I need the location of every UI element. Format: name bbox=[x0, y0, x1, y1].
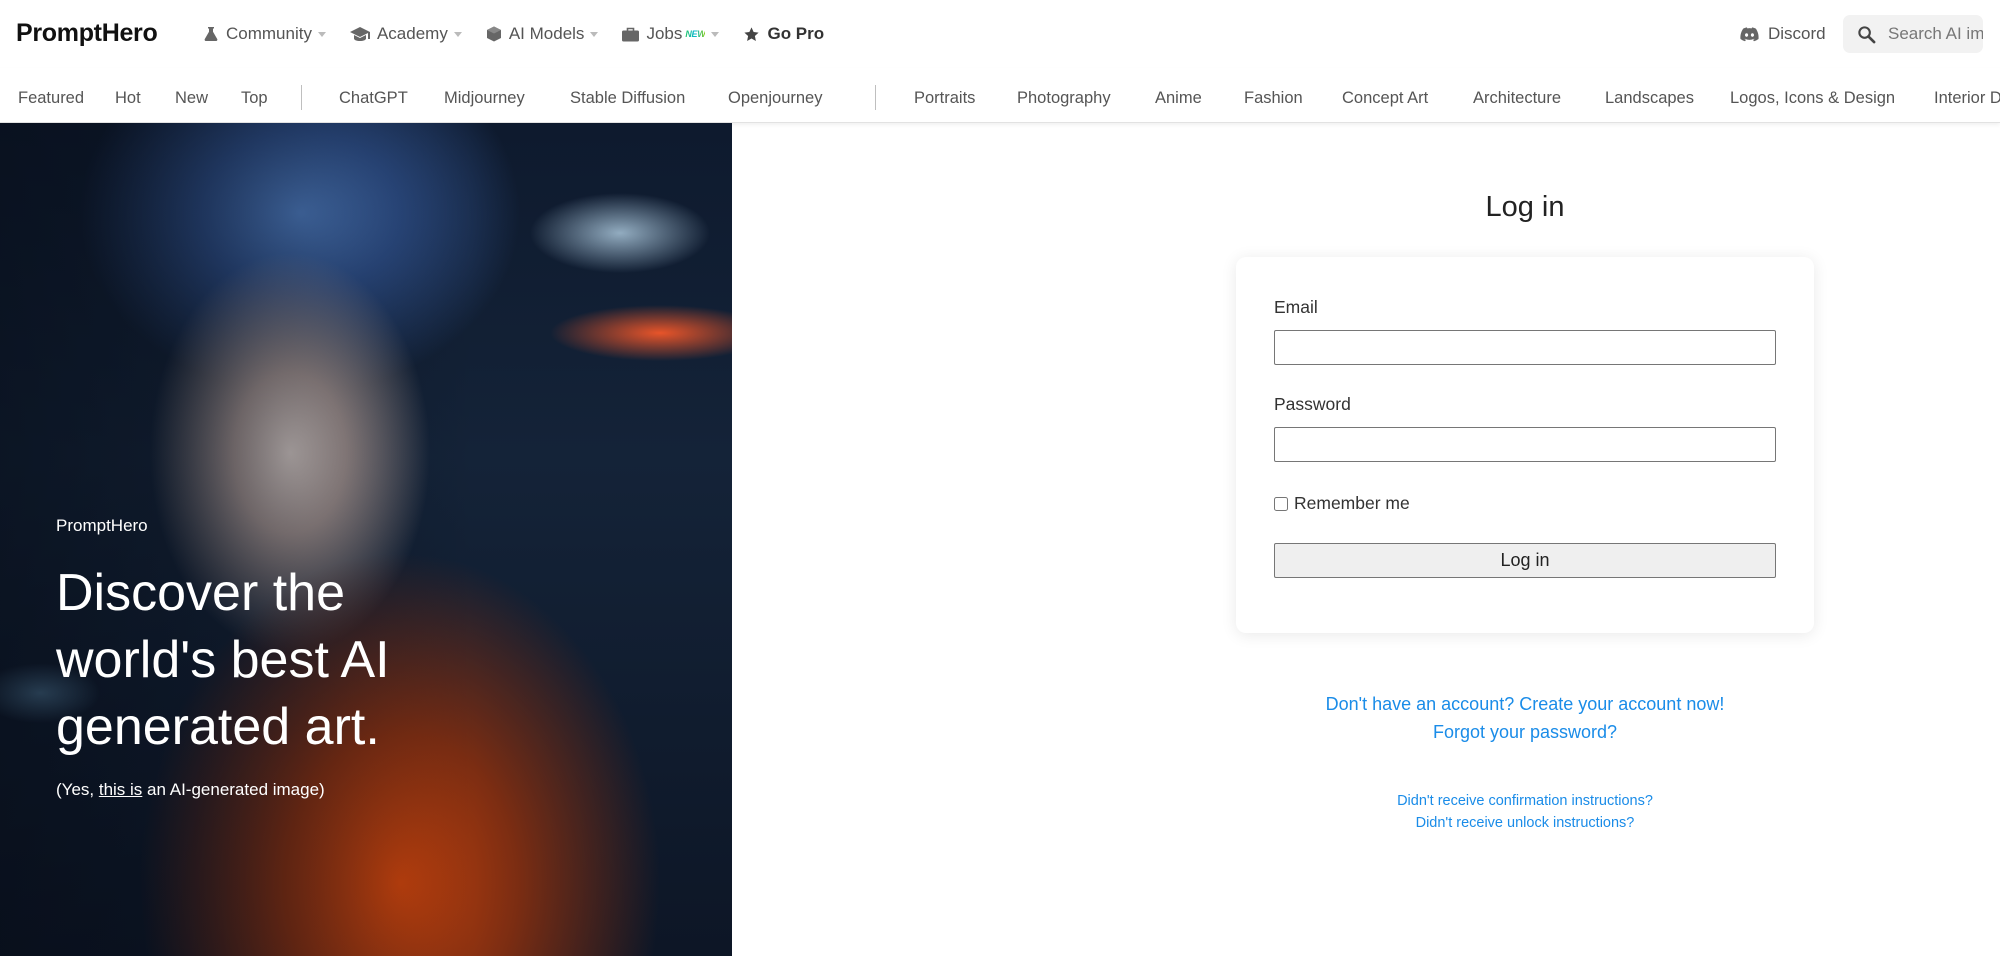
cat-new[interactable]: New bbox=[175, 68, 208, 122]
category-bar: Featured Hot New Top ChatGPT Midjourney … bbox=[0, 68, 2000, 123]
cat-midjourney[interactable]: Midjourney bbox=[444, 68, 525, 122]
cat-chatgpt[interactable]: ChatGPT bbox=[339, 68, 408, 122]
cat-stable-diffusion[interactable]: Stable Diffusion bbox=[570, 68, 685, 122]
forgot-password-link[interactable]: Forgot your password? bbox=[1236, 718, 1814, 746]
cat-architecture[interactable]: Architecture bbox=[1473, 68, 1561, 122]
cat-top[interactable]: Top bbox=[241, 68, 268, 122]
nav-academy-label: Academy bbox=[376, 24, 448, 43]
password-field[interactable] bbox=[1274, 427, 1776, 462]
category-divider bbox=[301, 85, 302, 110]
category-divider bbox=[875, 85, 876, 110]
nav-jobs[interactable]: Jobs NEW bbox=[622, 24, 720, 44]
confirmation-instructions-link[interactable]: Didn't receive confirmation instructions… bbox=[1236, 790, 1814, 812]
main-nav: Community Academy AI Models Jobs NEW Go … bbox=[203, 0, 848, 68]
nav-community[interactable]: Community bbox=[203, 24, 326, 44]
search-input[interactable] bbox=[1888, 24, 1983, 44]
star-icon bbox=[744, 26, 760, 41]
cat-featured[interactable]: Featured bbox=[18, 68, 84, 122]
remember-me[interactable]: Remember me bbox=[1274, 493, 1410, 514]
unlock-instructions-link[interactable]: Didn't receive unlock instructions? bbox=[1236, 812, 1814, 834]
chevron-down-icon bbox=[317, 31, 326, 37]
discord-label: Discord bbox=[1768, 24, 1826, 43]
nav-community-label: Community bbox=[226, 24, 312, 43]
briefcase-icon bbox=[622, 27, 640, 41]
login-card: Email Password Remember me Log in bbox=[1236, 257, 1814, 633]
cat-photography[interactable]: Photography bbox=[1017, 68, 1111, 122]
cat-anime[interactable]: Anime bbox=[1155, 68, 1202, 122]
cat-concept-art[interactable]: Concept Art bbox=[1342, 68, 1428, 122]
email-label: Email bbox=[1274, 297, 1318, 317]
nav-academy[interactable]: Academy bbox=[349, 24, 462, 44]
cat-logos-icons-design[interactable]: Logos, Icons & Design bbox=[1730, 68, 1895, 122]
cube-icon bbox=[486, 26, 501, 42]
login-title: Log in bbox=[1485, 191, 1565, 223]
graduation-cap-icon bbox=[349, 27, 370, 41]
discord-icon bbox=[1740, 26, 1759, 41]
hero-image: PromptHero Discover the world's best AI … bbox=[0, 123, 732, 956]
signup-link[interactable]: Don't have an account? Create your accou… bbox=[1236, 690, 1814, 718]
cat-landscapes[interactable]: Landscapes bbox=[1605, 68, 1694, 122]
hero-caption: (Yes, this is an AI-generated image) bbox=[56, 780, 325, 800]
nav-ai-models-label: AI Models bbox=[508, 24, 585, 43]
login-button[interactable]: Log in bbox=[1274, 543, 1776, 578]
remember-me-label: Remember me bbox=[1294, 493, 1410, 513]
nav-jobs-label: Jobs bbox=[646, 24, 683, 43]
account-links: Don't have an account? Create your accou… bbox=[1236, 690, 1814, 746]
password-label: Password bbox=[1274, 394, 1351, 414]
chevron-down-icon bbox=[453, 31, 462, 37]
remember-me-checkbox[interactable] bbox=[1274, 496, 1288, 511]
chevron-down-icon bbox=[590, 31, 599, 37]
discord-link[interactable]: Discord bbox=[1740, 0, 1826, 68]
help-links: Didn't receive confirmation instructions… bbox=[1236, 790, 1814, 834]
flask-icon bbox=[204, 27, 218, 41]
nav-go-pro-label: Go Pro bbox=[767, 24, 825, 43]
hero-title: Discover the world's best AI generated a… bbox=[56, 564, 390, 756]
top-navbar: PromptHero Community Academy AI Models J… bbox=[0, 0, 2000, 68]
email-field[interactable] bbox=[1274, 330, 1776, 365]
search-box[interactable] bbox=[1843, 15, 1983, 53]
hero-caption-suffix: an AI-generated image) bbox=[142, 780, 325, 799]
hero-subtitle: PromptHero bbox=[56, 516, 148, 535]
cat-openjourney[interactable]: Openjourney bbox=[728, 68, 822, 122]
cat-portraits[interactable]: Portraits bbox=[914, 68, 975, 122]
cat-fashion[interactable]: Fashion bbox=[1244, 68, 1303, 122]
brand-logo[interactable]: PromptHero bbox=[16, 19, 158, 48]
chevron-down-icon bbox=[711, 31, 720, 37]
cat-interior-design[interactable]: Interior D bbox=[1934, 68, 2000, 122]
hero-overlay bbox=[0, 123, 732, 956]
nav-go-pro[interactable]: Go Pro bbox=[743, 24, 824, 44]
search-icon bbox=[1858, 25, 1876, 43]
cat-hot[interactable]: Hot bbox=[115, 68, 141, 122]
hero-caption-link[interactable]: this is bbox=[99, 780, 142, 799]
hero-caption-prefix: (Yes, bbox=[56, 780, 99, 799]
nav-ai-models[interactable]: AI Models bbox=[486, 24, 599, 44]
new-badge: NEW bbox=[685, 29, 706, 39]
